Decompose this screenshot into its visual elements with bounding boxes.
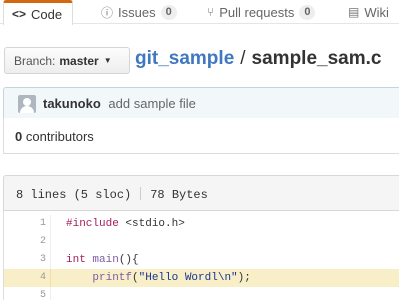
code-token: (){ <box>118 254 139 266</box>
tab-issues-label: Issues <box>118 4 156 20</box>
book-icon: ▤ <box>348 5 360 19</box>
code-token: ( <box>132 272 139 284</box>
code-line-text: #include <stdio.h> <box>66 215 185 233</box>
tab-wiki-label: Wiki <box>364 4 389 20</box>
tab-code[interactable]: <> Code <box>3 0 74 25</box>
file-line-count: 8 lines (5 sloc) <box>16 188 132 202</box>
breadcrumb-repo-link[interactable]: git_sample <box>135 48 234 69</box>
code-line-text: printf("Hello Wordl\n"); <box>66 269 251 287</box>
commit-summary: takunoko add sample file <box>43 96 196 111</box>
code-line: 5 <box>4 287 399 300</box>
code-token: main <box>92 254 119 266</box>
line-number[interactable]: 3 <box>4 251 51 269</box>
file-info: 8 lines (5 sloc) 78 Bytes <box>16 187 208 202</box>
code-view: 1 #include <stdio.h> 2 3 int main(){ 4 p… <box>3 211 399 300</box>
avatar[interactable] <box>18 95 36 113</box>
file-size: 78 Bytes <box>150 188 208 202</box>
branch-prefix: Branch: <box>14 53 56 68</box>
tab-pull-requests[interactable]: ⑂ Pull requests 0 <box>207 0 316 24</box>
breadcrumb-file-name: sample_sam.c <box>251 48 382 69</box>
code-line: 2 <box>4 233 399 251</box>
branch-name: master <box>59 53 99 68</box>
issues-counter: 0 <box>160 4 177 20</box>
code-token: #include <box>66 218 119 230</box>
tab-wiki[interactable]: ▤ Wiki <box>348 0 389 24</box>
line-number[interactable]: 4 <box>4 269 51 287</box>
code-line: 1 #include <stdio.h> <box>4 215 399 233</box>
breadcrumb: git_sample / sample_sam.c <box>135 48 381 70</box>
commit-author-link[interactable]: takunoko <box>43 96 101 111</box>
line-number[interactable]: 5 <box>4 287 51 300</box>
code-token: <stdio.h> <box>125 218 185 230</box>
branch-select-button[interactable]: Branch: master ▼ <box>4 47 130 74</box>
repo-nav-tabs: <> Code ⓘ Issues 0 ⑂ Pull requests 0 ▤ W… <box>0 0 399 25</box>
line-number[interactable]: 2 <box>4 233 51 251</box>
pull-request-icon: ⑂ <box>207 5 215 19</box>
code-line: 3 int main(){ <box>4 251 399 269</box>
breadcrumb-separator: / <box>240 48 246 69</box>
code-token: "Hello Wordl\n" <box>138 272 238 284</box>
tab-issues[interactable]: ⓘ Issues 0 <box>101 0 177 24</box>
commit-message-link[interactable]: add sample file <box>108 96 195 111</box>
code-token: int <box>66 254 86 266</box>
file-info-divider <box>140 187 142 200</box>
chevron-down-icon: ▼ <box>103 56 112 65</box>
line-number[interactable]: 1 <box>4 215 51 233</box>
file-header: 8 lines (5 sloc) 78 Bytes <box>3 175 399 211</box>
contributors-label: contributors <box>25 129 94 144</box>
contributors-box: 0 contributors <box>3 118 399 154</box>
code-icon: <> <box>12 7 27 21</box>
code-token: printf <box>92 272 133 284</box>
tab-code-label: Code <box>31 6 63 22</box>
contributors-count: 0 <box>15 129 23 144</box>
code-line-text: int main(){ <box>66 251 139 269</box>
code-line-highlighted: 4 printf("Hello Wordl\n"); <box>4 269 399 287</box>
pull-requests-counter: 0 <box>299 4 316 20</box>
latest-commit-box: takunoko add sample file <box>3 87 399 119</box>
code-token: ); <box>237 272 251 284</box>
tab-pull-requests-label: Pull requests <box>219 4 295 20</box>
issue-icon: ⓘ <box>101 5 114 20</box>
contributors-summary: 0 contributors <box>15 129 94 144</box>
